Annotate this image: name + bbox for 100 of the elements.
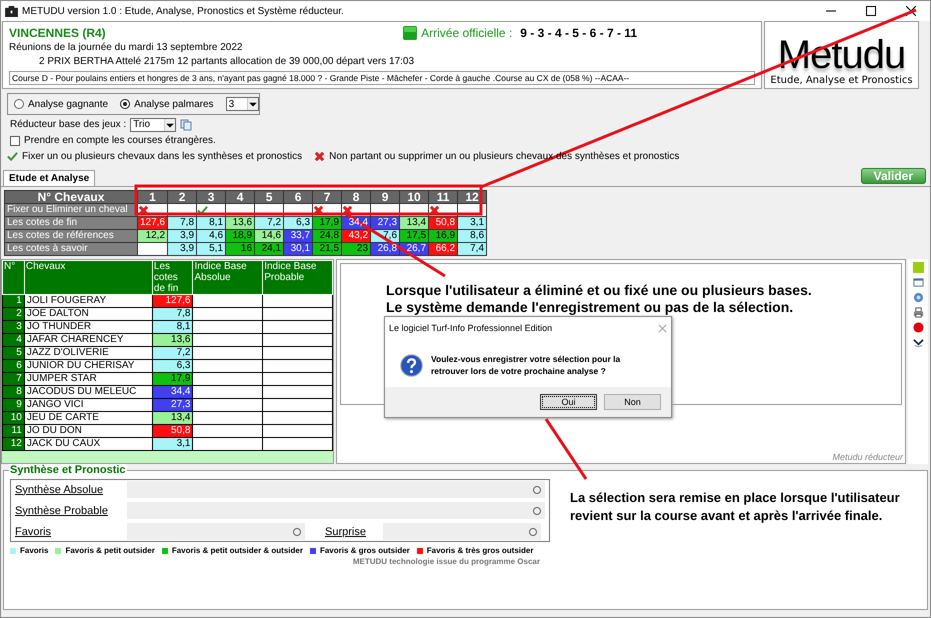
number-cell: 9 xyxy=(2,398,24,412)
dialog-button[interactable]: Oui xyxy=(540,394,597,410)
odds-cell: 17,9 xyxy=(152,372,193,386)
annotation-text: Le système demande l'enregistrement ou pas de la sélection. xyxy=(386,299,794,316)
remove-hint: Non partant ou supprimer un ou plusieurs chevaux des synthèses et pronostics xyxy=(329,151,680,162)
number-cell: 3 xyxy=(2,320,24,334)
radio-button[interactable] xyxy=(120,99,130,109)
column-header: Les cotes de fin xyxy=(152,260,193,294)
maximize-icon[interactable] xyxy=(866,6,876,16)
row-label: Les cotes de fin xyxy=(4,216,138,230)
cross-icon xyxy=(342,204,354,216)
cross-icon xyxy=(429,204,440,216)
horse-name: JEU DE CARTE xyxy=(24,412,152,424)
panel-caption: Metudu réducteur xyxy=(832,452,903,462)
odds-cell: 7,8 xyxy=(152,308,193,320)
printer-icon[interactable] xyxy=(912,307,924,318)
legend-label: Favoris xyxy=(20,546,48,555)
close-icon[interactable] xyxy=(906,6,916,16)
arrival-label: Arrivée officielle : xyxy=(421,26,512,40)
field-label: Synthèse Probable xyxy=(15,504,109,516)
window-icon[interactable] xyxy=(912,277,924,288)
odds-cell: 7,2 xyxy=(152,346,193,360)
arrival-result: 9 - 3 - 4 - 5 - 6 - 7 - 11 xyxy=(520,26,637,40)
number-cell: 10 xyxy=(2,412,24,424)
horse-number-header: 6 xyxy=(284,190,313,204)
number-cell: 4 xyxy=(2,334,24,346)
horse-number-header: 2 xyxy=(168,190,197,204)
dialog-button[interactable]: Non xyxy=(604,394,661,410)
reducer-label: Réducteur base des jeux : xyxy=(10,119,126,130)
app-icon xyxy=(5,6,18,16)
column-header: Chevaux xyxy=(24,260,152,294)
venue-title: VINCENNES (R4) xyxy=(9,26,106,40)
credit-text: METUDU technologie issue du programme Oscar xyxy=(352,557,540,566)
synthesis-field[interactable] xyxy=(127,502,545,519)
odds-cell: 8,1 xyxy=(152,320,193,334)
check-icon xyxy=(7,151,18,162)
radio-button[interactable] xyxy=(14,99,24,109)
synthesis-field[interactable] xyxy=(127,481,545,498)
check-icon xyxy=(197,204,208,216)
cross-icon xyxy=(314,151,326,162)
group-title: Synthèse et Pronostic xyxy=(9,464,127,476)
horse-number-header: 7 xyxy=(312,190,342,204)
horse-number-header: 1 xyxy=(138,190,168,204)
horse-number-header: 9 xyxy=(370,190,400,204)
row-label: Les cotes de références xyxy=(4,230,138,242)
question-icon xyxy=(400,354,423,376)
radio-label[interactable]: Analyse gagnante xyxy=(28,98,108,110)
number-cell: 11 xyxy=(2,424,24,438)
odds-cell: 27,3 xyxy=(152,398,193,412)
odds-cell: 6,3 xyxy=(152,360,193,372)
horse-name: JAFAR CHARENCEY xyxy=(24,334,152,346)
radio-label[interactable]: Analyse palmares xyxy=(134,98,214,110)
odds-cell: 13,4 xyxy=(152,412,193,424)
legend-label: Favoris & petit outsider & outsider xyxy=(172,546,303,555)
number-cell: 8 xyxy=(2,386,24,398)
annotation-text: Lorsque l'utilisateur a éliminé et ou fixé une ou plusieurs bases. xyxy=(386,282,813,299)
row-label: Fixer ou Eliminer un cheval xyxy=(4,204,138,216)
field-label: Synthèse Absolue xyxy=(15,484,104,496)
horse-name: JO THUNDER xyxy=(24,320,152,334)
stop-icon[interactable] xyxy=(912,322,924,333)
reducer-dropdown[interactable]: Trio xyxy=(130,118,176,132)
odds-cell: 50,8 xyxy=(152,424,193,438)
legend-label: Favoris & très gros outsider xyxy=(426,546,534,555)
cross-icon xyxy=(313,204,324,216)
row-label: Les cotes à savoir xyxy=(4,242,138,256)
horse-name: JO DU DON xyxy=(24,424,152,438)
caret-icon[interactable] xyxy=(246,98,258,110)
number-cell: 1 xyxy=(2,294,24,308)
odds-cell: 127,6 xyxy=(152,294,193,308)
field-label: Favoris xyxy=(15,526,52,538)
horse-name: JANGO VICI xyxy=(24,398,152,412)
horse-number-header: 3 xyxy=(196,190,226,204)
odds-cell: 3,1 xyxy=(152,438,193,450)
window-title: METUDU version 1.0 : Etude, Analyse, Pronostics et Système réducteur. xyxy=(22,6,344,16)
horse-name: JAZZ D'OLIVERIE xyxy=(24,346,152,360)
copy-icon[interactable] xyxy=(180,118,192,130)
caret-icon[interactable] xyxy=(164,118,176,130)
number-cell: 2 xyxy=(2,308,24,320)
horse-name: JUMPER STAR xyxy=(24,372,152,386)
synthesis-field[interactable] xyxy=(383,523,541,540)
foreign-checkbox[interactable]: Prendre en compte les courses étrangères. xyxy=(7,134,924,147)
legend-label: Favoris & petit outsider xyxy=(65,546,155,555)
horse-name: JUNIOR DU CHERISAY xyxy=(24,360,152,372)
horse-name: JOE DALTON xyxy=(24,308,152,320)
date-line: Réunions de la journée du mardi 13 septembre 2022 xyxy=(9,41,244,55)
column-header: N° xyxy=(2,260,24,294)
horse-number-header: 4 xyxy=(226,190,255,204)
legend-label: Favoris & gros outsider xyxy=(320,546,410,555)
odds-cell: 34,4 xyxy=(152,386,193,398)
tab[interactable]: Etude et Analyse xyxy=(3,170,96,186)
horse-name: JOLI FOUGERAY xyxy=(24,294,152,308)
tool-icon[interactable] xyxy=(912,337,924,348)
column-header: Indice Base Probable xyxy=(262,260,332,294)
count-dropdown[interactable]: 3 xyxy=(226,97,259,111)
grid-header: N° Chevaux xyxy=(4,190,138,204)
help-icon[interactable] xyxy=(912,292,924,303)
conditions-field[interactable]: Course D - Pour poulains entiers et hongres de 3 ans, n'ayant pas gagné 18.000 ? - Grande Piste - Mâchefer - Corde à gauche .Course au CX de (058 %) --ACAA-- xyxy=(9,71,755,85)
horse-number-header: 10 xyxy=(400,190,429,204)
number-cell: 6 xyxy=(2,360,24,372)
synthesis-field[interactable] xyxy=(127,523,305,540)
